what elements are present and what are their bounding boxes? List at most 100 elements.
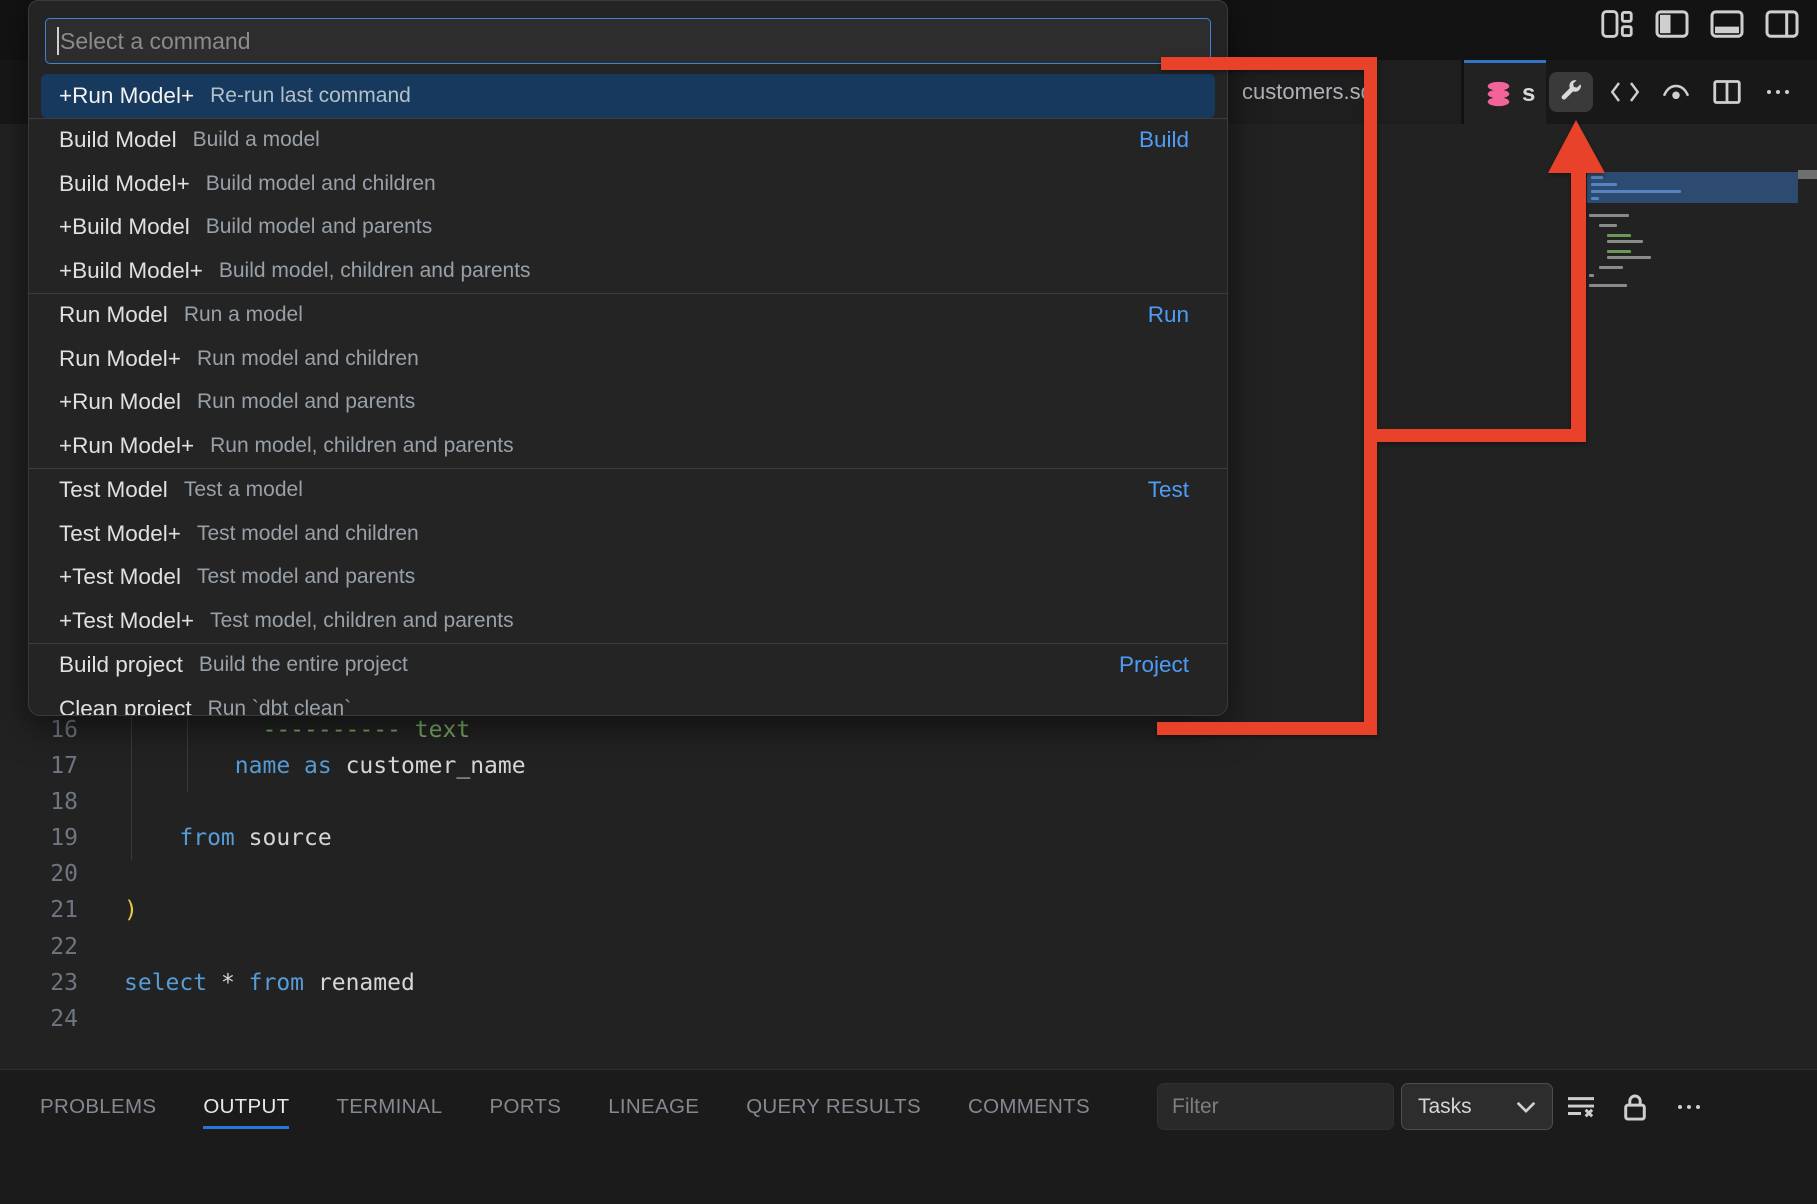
- preview-eye-icon[interactable]: [1657, 72, 1695, 112]
- command-list-item[interactable]: +Test Model+ Test model, children and pa…: [41, 599, 1215, 643]
- command-description: Test model, children and parents: [210, 609, 514, 633]
- command-list-item[interactable]: Clean project Run `dbt clean`: [41, 687, 1215, 716]
- minimap-line: [1591, 197, 1599, 200]
- line-source: from source: [78, 820, 332, 856]
- panel-tabs: PROBLEMS OUTPUT TERMINAL PORTS LINEAGE QUERY …: [40, 1070, 1090, 1134]
- tasks-dropdown-label: Tasks: [1418, 1095, 1472, 1119]
- panel-tab-terminal[interactable]: TERMINAL: [336, 1075, 442, 1129]
- minimap-line: [1591, 190, 1681, 193]
- command-list-item[interactable]: +Run Model Run model and parents: [41, 381, 1215, 425]
- command-label: Test Model: [59, 477, 168, 503]
- code-line: 18: [0, 784, 1228, 820]
- code-line: 16 ---------- text: [0, 712, 1228, 748]
- vscode-window: customers.sql s: [0, 0, 1817, 1204]
- command-list-item[interactable]: +Run Model+ Re-run last command: [41, 74, 1215, 118]
- command-list-item[interactable]: Test Model Test a model Test: [41, 469, 1215, 513]
- lock-icon[interactable]: [1617, 1087, 1653, 1127]
- toggle-secondary-sidebar-icon[interactable]: [1765, 8, 1799, 40]
- command-input[interactable]: [45, 18, 1211, 64]
- command-label: +Run Model+: [59, 83, 194, 109]
- line-number: 18: [0, 784, 78, 820]
- line-source: name as customer_name: [78, 748, 526, 784]
- panel-tab-problems[interactable]: PROBLEMS: [40, 1075, 156, 1129]
- wrench-icon[interactable]: [1549, 72, 1593, 112]
- command-list-item[interactable]: Test Model+ Test model and children: [41, 512, 1215, 556]
- minimap[interactable]: [1587, 172, 1798, 462]
- command-description: Run model and children: [197, 347, 419, 371]
- tab-active-label: s: [1522, 80, 1535, 108]
- code-line: 20: [0, 856, 1228, 892]
- command-list-item[interactable]: Build Model+ Build model and children: [41, 162, 1215, 206]
- command-description: Run model and parents: [197, 390, 415, 414]
- command-label: +Run Model+: [59, 433, 194, 459]
- command-group-badge: Build: [1139, 127, 1189, 153]
- minimap-line: [1591, 183, 1617, 186]
- toggle-primary-sidebar-icon[interactable]: [1655, 8, 1689, 40]
- command-group-badge: Test: [1148, 477, 1189, 503]
- command-list-item[interactable]: Build project Build the entire project P…: [41, 644, 1215, 688]
- command-group-badge: Run: [1148, 302, 1189, 328]
- command-label: +Test Model: [59, 564, 181, 590]
- panel-tab-lineage[interactable]: LINEAGE: [608, 1075, 699, 1129]
- line-source: ): [78, 892, 138, 928]
- chevron-down-icon: [1516, 1100, 1536, 1114]
- line-number: 17: [0, 748, 78, 784]
- minimap-line: [1589, 284, 1627, 287]
- command-description: Test model and parents: [197, 565, 415, 589]
- command-list-item[interactable]: Build Model Build a model Build: [41, 119, 1215, 163]
- line-number: 23: [0, 965, 78, 1001]
- tab-customers-sql[interactable]: customers.sql: [1228, 60, 1462, 124]
- command-label: +Build Model+: [59, 258, 203, 284]
- line-number: 22: [0, 929, 78, 965]
- panel-more-icon[interactable]: [1671, 1087, 1707, 1127]
- command-palette: +Run Model+ Re-run last command Build Mo…: [28, 0, 1228, 716]
- line-number: 20: [0, 856, 78, 892]
- line-source: [78, 856, 124, 892]
- code-lines: 16 ---------- text 17 name as customer_n…: [0, 712, 1228, 1037]
- command-label: Run Model: [59, 302, 168, 328]
- minimap-line: [1607, 234, 1631, 237]
- tasks-dropdown[interactable]: Tasks: [1401, 1083, 1553, 1130]
- text-cursor: [57, 27, 59, 55]
- command-list-item[interactable]: +Build Model+ Build model, children and …: [41, 249, 1215, 293]
- command-list-item[interactable]: +Run Model+ Run model, children and pare…: [41, 424, 1215, 468]
- command-description: Build model, children and parents: [219, 259, 531, 283]
- panel-tab-ports[interactable]: PORTS: [489, 1075, 561, 1129]
- command-label: +Build Model: [59, 214, 190, 240]
- command-label: Run Model+: [59, 346, 181, 372]
- code-line: 17 name as customer_name: [0, 748, 1228, 784]
- filter-input[interactable]: [1157, 1083, 1394, 1130]
- editor-scrollbar[interactable]: [1798, 170, 1817, 179]
- clear-output-icon[interactable]: [1563, 1087, 1599, 1127]
- command-list-item[interactable]: +Test Model Test model and parents: [41, 556, 1215, 600]
- more-actions-icon[interactable]: [1759, 72, 1797, 112]
- command-label: Build project: [59, 652, 183, 678]
- command-list-item[interactable]: Run Model Run a model Run: [41, 294, 1215, 338]
- toggle-panel-icon[interactable]: [1710, 8, 1744, 40]
- command-list-item[interactable]: +Build Model Build model and parents: [41, 206, 1215, 250]
- panel-tab-output[interactable]: OUTPUT: [203, 1075, 289, 1129]
- code-icon[interactable]: [1606, 72, 1644, 112]
- line-source: [78, 784, 124, 820]
- panel-tab-comments[interactable]: COMMENTS: [968, 1075, 1090, 1129]
- customize-layout-icon[interactable]: [1600, 8, 1634, 40]
- tab-active-right-group[interactable]: s: [1464, 60, 1546, 124]
- code-line: 22: [0, 929, 1228, 965]
- command-label: +Test Model+: [59, 608, 194, 634]
- minimap-line: [1607, 256, 1651, 259]
- command-list-item[interactable]: Run Model+ Run model and children: [41, 337, 1215, 381]
- command-label: Test Model+: [59, 521, 181, 547]
- command-label: Clean project: [59, 696, 192, 716]
- command-description: Run a model: [184, 303, 303, 327]
- split-editor-icon[interactable]: [1708, 72, 1746, 112]
- minimap-line: [1607, 250, 1631, 253]
- command-description: Test model and children: [197, 522, 419, 546]
- minimap-line: [1599, 224, 1617, 227]
- code-line: 24: [0, 1001, 1228, 1037]
- code-line: 23 select * from renamed: [0, 965, 1228, 1001]
- command-input-wrap: [45, 18, 1211, 64]
- minimap-line: [1591, 176, 1603, 179]
- line-number: 24: [0, 1001, 78, 1037]
- minimap-line: [1607, 240, 1643, 243]
- panel-tab-query-results[interactable]: QUERY RESULTS: [746, 1075, 921, 1129]
